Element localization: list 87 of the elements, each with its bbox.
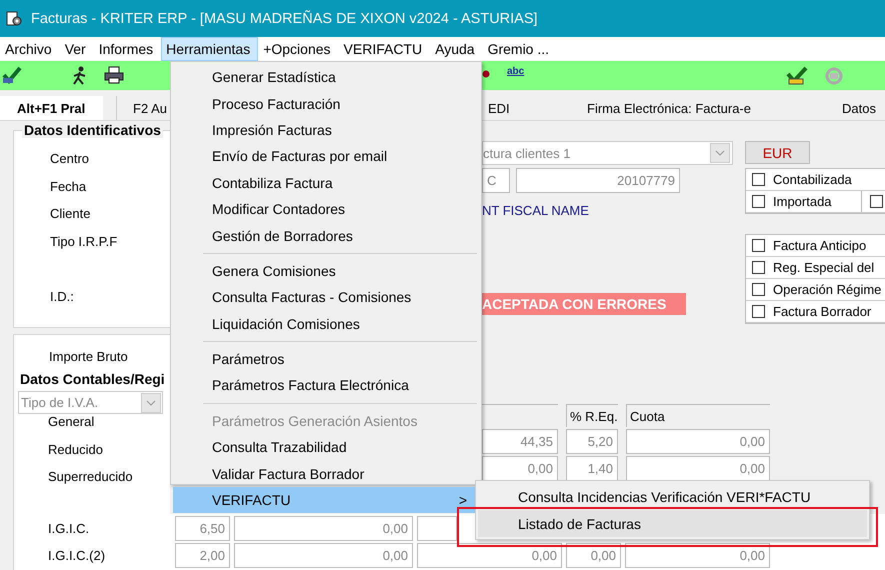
- checkbox-label: Contabilizada: [773, 172, 852, 187]
- amount-field[interactable]: 0,00: [234, 516, 413, 541]
- runner-icon[interactable]: [72, 66, 88, 86]
- menu-item[interactable]: Parámetros: [173, 346, 479, 372]
- menu-item[interactable]: Consulta Trazabilidad: [173, 434, 479, 460]
- amount-field[interactable]: 0,00: [566, 543, 621, 568]
- tab[interactable]: Datos: [842, 96, 882, 120]
- window-title: Facturas - KRITER ERP - [MASU MADREÑAS DE XIXON v2024 - ASTURIAS]: [31, 10, 538, 26]
- checkbox[interactable]: [752, 283, 765, 296]
- column-header: % R.Eq.: [566, 404, 618, 427]
- printer-icon[interactable]: [104, 66, 124, 84]
- menu-item[interactable]: Consulta Facturas - Comisiones: [173, 284, 479, 311]
- check-icon[interactable]: [786, 66, 808, 86]
- section-title: Datos Contables/Regi: [19, 371, 166, 389]
- menu-item[interactable]: Generar Estadística: [173, 64, 479, 90]
- rate-field[interactable]: 2,00: [175, 543, 230, 568]
- row-label: I.G.I.C.(2): [47, 547, 106, 565]
- menu-item[interactable]: VERIFACTU: [338, 37, 430, 61]
- menu-item[interactable]: Genera Comisiones: [173, 258, 479, 284]
- group-title: Datos Identificativos: [22, 122, 163, 138]
- amount-field[interactable]: [417, 516, 457, 541]
- chevron-down-icon: [710, 143, 730, 163]
- amount-field[interactable]: 0,00: [417, 543, 562, 568]
- menu-item[interactable]: Contabiliza Factura: [173, 170, 479, 196]
- menu-item[interactable]: Informes: [94, 37, 162, 61]
- amount-field[interactable]: 0,00: [626, 429, 770, 454]
- checkbox[interactable]: [870, 195, 883, 208]
- checkbox-label: Operación Régime: [773, 282, 882, 297]
- series-dropdown[interactable]: ctura clientes 1: [482, 141, 733, 165]
- menu-item[interactable]: Ayuda: [430, 37, 483, 61]
- field-label: Importe Bruto: [48, 349, 129, 366]
- tab[interactable]: Alt+F1 Pral: [0, 96, 103, 120]
- menu-item[interactable]: Consulta Incidencias Verificación VERI*FACTU: [478, 483, 867, 510]
- dot-icon[interactable]: [482, 70, 490, 78]
- check-icon[interactable]: [2, 66, 22, 84]
- menu-item[interactable]: Validar Factura Borrador: [173, 460, 479, 487]
- field-label: I.D.:: [50, 289, 75, 306]
- column-header: Cuota: [626, 404, 770, 427]
- client-name: NT FISCAL NAME: [482, 203, 590, 220]
- checkbox[interactable]: [752, 261, 765, 274]
- menu-item[interactable]: Impresión Facturas: [173, 116, 479, 144]
- spell-check-button[interactable]: abc: [507, 66, 524, 77]
- series-code-field[interactable]: C: [482, 168, 510, 193]
- status-banner: ACEPTADA CON ERRORES: [482, 293, 686, 315]
- field-label: Tipo I.R.P.F: [50, 234, 118, 251]
- checkbox-label: Importada: [773, 191, 862, 212]
- checkbox[interactable]: [752, 173, 765, 186]
- number-field[interactable]: 20107779: [516, 168, 680, 193]
- menu-item[interactable]: Ver: [60, 37, 94, 61]
- menu-item[interactable]: +Opciones: [258, 37, 339, 61]
- checkbox[interactable]: [752, 239, 765, 252]
- checkbox-label: Reg. Especial del: [773, 260, 874, 275]
- checkbox-label: Factura Borrador: [773, 304, 872, 319]
- vat-type-dropdown[interactable]: Tipo de I.V.A.: [18, 391, 163, 414]
- menu-item[interactable]: Liquidación Comisiones: [173, 310, 479, 337]
- amount-field[interactable]: 0,00: [625, 543, 770, 568]
- field-label: Centro: [50, 151, 90, 168]
- amount-field[interactable]: 5,20: [566, 429, 618, 454]
- row-label: Superreducido: [47, 469, 134, 486]
- currency-button[interactable]: EUR: [745, 141, 810, 164]
- row-label: Reducido: [47, 442, 104, 458]
- menu-item[interactable]: Modificar Contadores: [173, 196, 479, 222]
- menu-item[interactable]: Listado de Facturas: [478, 510, 867, 537]
- checkbox[interactable]: [752, 305, 765, 318]
- menu-item[interactable]: Parámetros Factura Electrónica: [173, 372, 479, 399]
- field-label: Cliente: [50, 206, 92, 223]
- tab[interactable]: Firma Electrónica: Factura-e: [581, 96, 757, 120]
- menu-item[interactable]: Herramientas: [161, 37, 258, 61]
- chevron-down-icon: [141, 392, 161, 412]
- menu-item[interactable]: Archivo: [0, 37, 60, 61]
- tab[interactable]: EDI: [482, 96, 516, 120]
- rate-field[interactable]: 6,50: [175, 516, 230, 541]
- row-label: General: [47, 414, 96, 431]
- amount-field[interactable]: 1,40: [566, 456, 618, 481]
- menu-item[interactable]: Gestión de Borradores: [173, 222, 479, 249]
- checkbox[interactable]: [752, 195, 765, 208]
- app-icon: [5, 10, 23, 28]
- checkbox-label: Factura Anticipo: [773, 238, 866, 253]
- amount-field[interactable]: 0,00: [482, 456, 558, 481]
- amount-field[interactable]: 0,00: [234, 543, 413, 568]
- menu-item[interactable]: Gremio ...: [482, 37, 558, 61]
- menu-item[interactable]: Envío de Facturas por email: [173, 143, 479, 170]
- field-label: Fecha: [50, 178, 88, 196]
- row-label: I.G.I.C.: [47, 520, 90, 538]
- amount-field[interactable]: 0,00: [626, 456, 770, 481]
- amount-field[interactable]: 44,35: [482, 429, 558, 454]
- menu-item[interactable]: Proceso Facturación: [173, 90, 479, 117]
